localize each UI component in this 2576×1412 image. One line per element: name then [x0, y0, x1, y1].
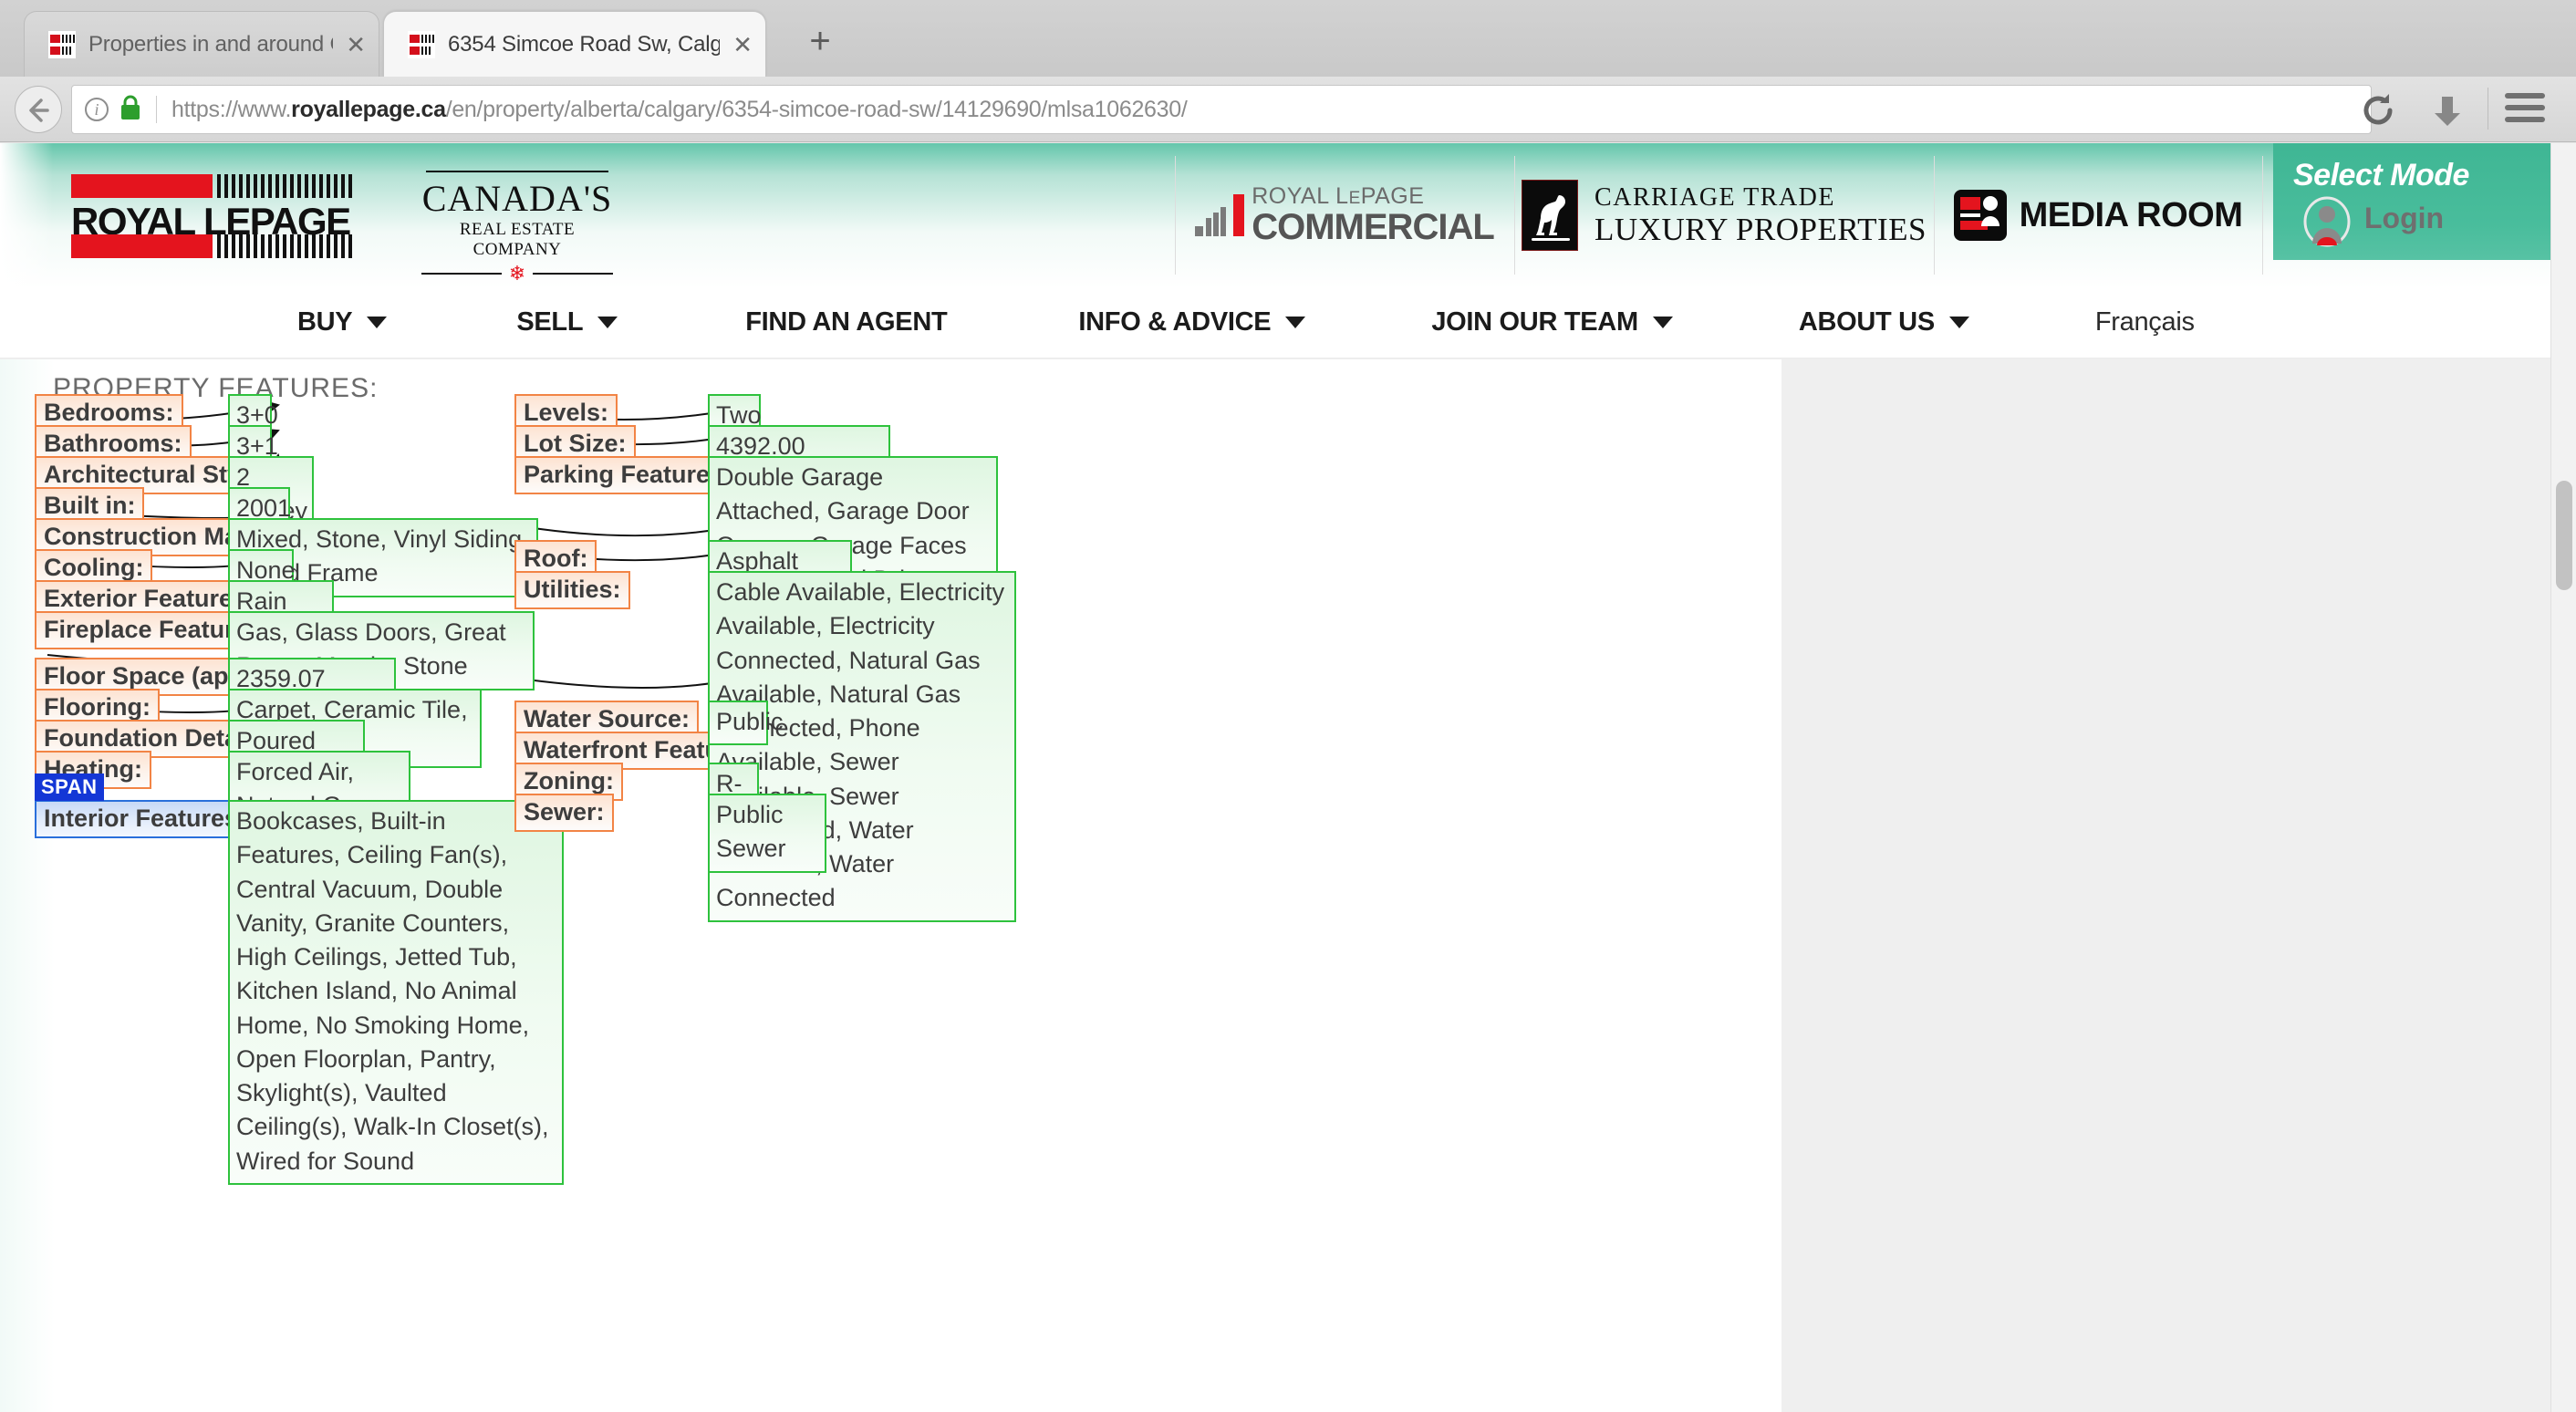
address-bar[interactable]: i https://www.royallepage.ca/en/property…: [71, 85, 2372, 134]
canada-line2: REAL ESTATE COMPANY: [459, 220, 576, 259]
header-left-fade: [0, 143, 53, 287]
browser-tab-1[interactable]: Properties in and around Calgary, ✕: [24, 11, 379, 77]
url-prefix: https://www.: [171, 96, 292, 122]
bar-graph-icon: [1195, 194, 1245, 236]
avatar-icon: [2302, 196, 2352, 247]
back-arrow-icon[interactable]: [15, 86, 62, 133]
luxury-line1: CARRIAGE TRADE: [1594, 182, 1835, 212]
nav-item-join-our-team[interactable]: JOIN OUR TEAM: [1431, 307, 1673, 337]
new-tab-button[interactable]: +: [799, 22, 841, 64]
select-mode-panel[interactable]: Select Mode Login: [2273, 143, 2576, 260]
site-header: ROYAL LEPAGE CANADA'S REAL ESTATE COMPAN…: [0, 143, 2576, 287]
feature-label-interior-features[interactable]: Interior Features:: [35, 800, 256, 838]
nav-item-sell[interactable]: SELL: [516, 307, 618, 337]
tab-close-icon[interactable]: ✕: [732, 33, 753, 57]
nav-item-francais[interactable]: Français: [2095, 307, 2195, 337]
url-text: https://www.royallepage.ca/en/property/a…: [171, 97, 1188, 123]
browser-toolbar: i https://www.royallepage.ca/en/property…: [0, 77, 2576, 142]
nav-label: ABOUT US: [1798, 307, 1935, 337]
luxury-line2: LUXURY PROPERTIES: [1594, 211, 1927, 247]
page-scrollbar[interactable]: [2550, 143, 2576, 1412]
nav-label: Français: [2094, 307, 2195, 337]
hamburger-menu-icon[interactable]: [2505, 93, 2545, 128]
royal-lepage-logo[interactable]: ROYAL LEPAGE: [71, 174, 354, 258]
chevron-down-icon: [1285, 317, 1306, 328]
nav-label: SELL: [516, 307, 584, 337]
commercial-line1: ROYAL LEPAGE: [1252, 182, 1425, 209]
carriage-trade-luxury-logo[interactable]: CARRIAGE TRADE LUXURY PROPERTIES: [1514, 143, 1934, 287]
royal-lepage-commercial-logo[interactable]: ROYAL LEPAGE COMMERCIAL: [1175, 143, 1514, 287]
commercial-line2: COMMERCIAL: [1252, 206, 1495, 247]
tab-title: 6354 Simcoe Road Sw, Calgary, A: [448, 31, 721, 57]
property-features-panel: PROPERTY FEATURES: Bedrooms: Bathrooms: …: [0, 359, 1781, 1412]
nav-label: INFO & ADVICE: [1078, 307, 1272, 337]
lock-icon: [119, 94, 141, 126]
chevron-down-icon: [597, 317, 618, 328]
canadas-real-estate-company-logo: CANADA'S REAL ESTATE COMPANY ❄: [421, 171, 613, 284]
tab-close-icon[interactable]: ✕: [346, 33, 366, 57]
media-room-text: MEDIA ROOM: [2019, 195, 2243, 234]
chevron-down-icon: [1652, 317, 1673, 328]
commercial-text: ROYAL LEPAGE COMMERCIAL: [1252, 182, 1495, 247]
feature-label-sewer[interactable]: Sewer:: [514, 794, 614, 832]
royal-lepage-favicon: [48, 30, 76, 58]
feature-value-interior-features: Bookcases, Built-in Features, Ceiling Fa…: [228, 800, 564, 1185]
reload-icon[interactable]: [2359, 91, 2397, 130]
media-room-logo[interactable]: MEDIA ROOM: [1934, 143, 2262, 287]
url-path: /en/property/alberta/calgary/6354-simcoe…: [445, 96, 1188, 122]
nav-item-find-an-agent[interactable]: FIND AN AGENT: [745, 307, 947, 337]
chevron-down-icon: [1948, 317, 1969, 328]
feature-label-utilities[interactable]: Utilities:: [514, 571, 630, 609]
royal-lepage-favicon: [408, 30, 435, 58]
nav-item-buy[interactable]: BUY: [297, 307, 388, 337]
header-divider: [2262, 156, 2263, 275]
main-navigation: BUY SELL FIND AN AGENT INFO & ADVICE JOI…: [0, 287, 2576, 358]
browser-window: Properties in and around Calgary, ✕ 6354…: [0, 0, 2576, 1412]
page-viewport: ROYAL LEPAGE CANADA'S REAL ESTATE COMPAN…: [0, 143, 2576, 1412]
select-mode-title: Select Mode: [2293, 158, 2469, 192]
feature-value-water-source: Public: [708, 701, 784, 746]
url-domain: royallepage.ca: [291, 96, 446, 122]
devtools-element-badge: SPAN: [35, 773, 104, 802]
download-icon[interactable]: [2428, 91, 2467, 130]
nav-label: FIND AN AGENT: [745, 307, 948, 337]
feature-value-sewer: Public Sewer: [708, 794, 826, 873]
logo-rule-bottom: ❄: [421, 264, 613, 284]
browser-tab-2[interactable]: 6354 Simcoe Road Sw, Calgary, A ✕: [383, 11, 766, 77]
info-icon[interactable]: i: [85, 98, 109, 121]
login-link[interactable]: Login: [2364, 202, 2444, 235]
nav-item-about-us[interactable]: ABOUT US: [1799, 307, 1969, 337]
url-divider: [156, 96, 157, 123]
horse-icon: [1522, 180, 1579, 251]
tab-strip: Properties in and around Calgary, ✕ 6354…: [0, 0, 2576, 77]
feature-label-parking-features[interactable]: Parking Features:: [514, 456, 742, 494]
logo-rule-top: [426, 171, 608, 172]
nav-label: BUY: [297, 307, 353, 337]
nav-item-info-advice[interactable]: INFO & ADVICE: [1078, 307, 1306, 337]
tab-title: Properties in and around Calgary,: [88, 31, 333, 57]
nav-label: JOIN OUR TEAM: [1431, 307, 1638, 337]
scrollbar-thumb[interactable]: [2556, 481, 2572, 590]
media-room-icon: [1953, 190, 2007, 241]
luxury-text: CARRIAGE TRADE LUXURY PROPERTIES: [1594, 183, 1927, 248]
canada-line1: CANADA'S: [421, 178, 613, 219]
chevron-down-icon: [367, 317, 388, 328]
maple-leaf-icon: ❄: [508, 262, 526, 285]
